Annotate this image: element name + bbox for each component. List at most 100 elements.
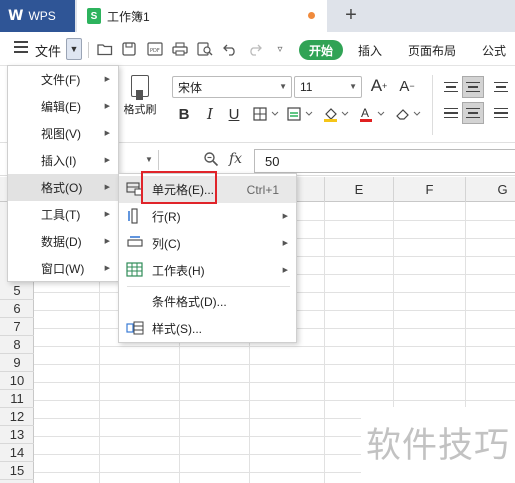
tab-insert[interactable]: 插入 (358, 42, 382, 59)
chevron-right-icon: ▶ (104, 184, 110, 191)
submenu-item-label: 工作表(H) (152, 264, 205, 278)
style-icon (126, 320, 144, 337)
submenu-item-styles[interactable]: 样式(S)... (119, 315, 296, 342)
row-header[interactable]: 14 (0, 444, 34, 462)
menu-item-edit[interactable]: 编辑(E) ▶ (8, 93, 118, 120)
hamburger-icon[interactable] (14, 41, 28, 53)
align-middle-icon[interactable] (462, 76, 484, 98)
decrease-font-size-icon[interactable]: A − (396, 75, 418, 97)
row-header[interactable]: 7 (0, 318, 34, 336)
row-icon (126, 208, 144, 225)
name-box-chevron-down-icon[interactable]: ▼ (145, 155, 153, 164)
ribbon-divider (432, 75, 433, 135)
row-header[interactable]: 11 (0, 390, 34, 408)
print-preview-icon[interactable] (195, 39, 215, 59)
document-tab-title: 工作簿1 (107, 9, 150, 24)
font-size-select[interactable]: 11 ▼ (294, 76, 362, 98)
align-left-icon[interactable] (440, 102, 462, 124)
column-header-f[interactable]: F (393, 177, 465, 202)
submenu-item-column[interactable]: 列(C) ▶ (119, 230, 296, 257)
menu-row: 文件 ▼ PDF ▿ 开始 插入 页面布局 公式 (0, 32, 515, 66)
fill-pattern-icon[interactable] (286, 103, 316, 125)
new-tab-button[interactable]: + (340, 3, 362, 27)
tab-home[interactable]: 开始 (299, 40, 343, 60)
align-bottom-icon[interactable] (490, 76, 512, 98)
toolbar-divider (88, 42, 89, 58)
bold-icon[interactable]: B (174, 103, 194, 125)
menu-item-label: 格式(O) (41, 181, 83, 195)
menu-item-window[interactable]: 窗口(W) ▶ (8, 255, 118, 282)
menu-item-insert[interactable]: 插入(I) ▶ (8, 147, 118, 174)
underline-icon[interactable]: U (224, 103, 244, 125)
gridline (34, 400, 515, 401)
font-name-select[interactable]: 宋体 ▼ (172, 76, 292, 98)
column-header-e[interactable]: E (324, 177, 393, 202)
align-right-icon[interactable] (490, 102, 512, 124)
chevron-right-icon: ▶ (104, 265, 110, 272)
fill-color-icon[interactable] (322, 103, 352, 125)
file-menu-dropdown-button[interactable]: ▼ (66, 38, 82, 60)
print-icon[interactable] (170, 39, 190, 59)
wps-app-tab[interactable]: W WPS (0, 0, 75, 32)
row-header[interactable]: 6 (0, 300, 34, 318)
svg-text:A: A (361, 106, 369, 120)
align-top-icon[interactable] (440, 76, 462, 98)
menu-item-format[interactable]: 格式(O) ▶ (8, 174, 118, 201)
eraser-icon[interactable] (394, 103, 424, 125)
format-painter-icon (131, 75, 149, 100)
menu-item-view[interactable]: 视图(V) ▶ (8, 120, 118, 147)
undo-icon[interactable] (220, 39, 240, 59)
row-header[interactable]: 8 (0, 336, 34, 354)
submenu-item-label: 单元格(E)... (152, 183, 214, 197)
format-painter-label: 格式刷 (123, 104, 157, 116)
menu-item-file[interactable]: 文件(F) ▶ (8, 66, 118, 93)
gridline (324, 202, 325, 483)
document-tab[interactable]: S 工作簿1 (77, 0, 327, 32)
title-tab-bar: W WPS S 工作簿1 + (0, 0, 515, 32)
chevron-right-icon: ▶ (282, 240, 288, 247)
column-header-g[interactable]: G (465, 177, 515, 202)
file-menu-button[interactable]: 文件 (35, 41, 61, 60)
format-painter-button[interactable]: 格式刷 (120, 75, 160, 117)
row-header[interactable]: 13 (0, 426, 34, 444)
submenu-item-cells[interactable]: 单元格(E)... Ctrl+1 (119, 176, 296, 203)
row-header[interactable]: 5 (0, 282, 34, 300)
submenu-item-row[interactable]: 行(R) ▶ (119, 203, 296, 230)
file-dropdown-menu: 文件(F) ▶ 编辑(E) ▶ 视图(V) ▶ 插入(I) ▶ 格式(O) ▶ … (7, 65, 119, 282)
wps-logo-icon: W (8, 8, 24, 24)
formula-input[interactable]: 50 (254, 149, 515, 173)
export-pdf-icon[interactable]: PDF (145, 39, 165, 59)
submenu-item-conditional-formatting[interactable]: 条件格式(D)... (119, 288, 296, 315)
chevron-right-icon: ▶ (282, 213, 288, 220)
tab-formulas[interactable]: 公式 (482, 42, 506, 59)
tab-page-layout[interactable]: 页面布局 (408, 42, 456, 59)
italic-icon[interactable]: I (200, 103, 220, 125)
increase-font-size-icon[interactable]: A + (368, 75, 390, 97)
row-header[interactable]: 15 (0, 462, 34, 480)
font-color-icon[interactable]: A (358, 103, 388, 125)
worksheet-icon (126, 262, 144, 279)
redo-icon[interactable] (245, 39, 265, 59)
gridline (34, 364, 515, 365)
save-icon[interactable] (119, 39, 139, 59)
open-folder-icon[interactable] (95, 39, 115, 59)
zoom-search-icon[interactable] (203, 151, 219, 171)
borders-icon[interactable] (252, 103, 282, 125)
quick-access-more-icon[interactable]: ▿ (270, 39, 290, 59)
row-header[interactable]: 9 (0, 354, 34, 372)
row-header[interactable]: 12 (0, 408, 34, 426)
menu-item-label: 工具(T) (41, 208, 81, 222)
submenu-item-worksheet[interactable]: 工作表(H) ▶ (119, 257, 296, 284)
gridline (34, 346, 515, 347)
menu-item-data[interactable]: 数据(D) ▶ (8, 228, 118, 255)
watermark-text: 软件技巧 (366, 426, 511, 466)
chevron-right-icon: ▶ (104, 211, 110, 218)
chevron-right-icon: ▶ (282, 267, 288, 274)
insert-function-icon[interactable]: fx (229, 151, 242, 167)
column-icon (126, 235, 144, 252)
keyboard-shortcut: Ctrl+1 (246, 183, 279, 197)
chevron-down-icon: ▼ (349, 82, 357, 91)
row-header[interactable]: 10 (0, 372, 34, 390)
align-center-icon[interactable] (462, 102, 484, 124)
menu-item-tools[interactable]: 工具(T) ▶ (8, 201, 118, 228)
